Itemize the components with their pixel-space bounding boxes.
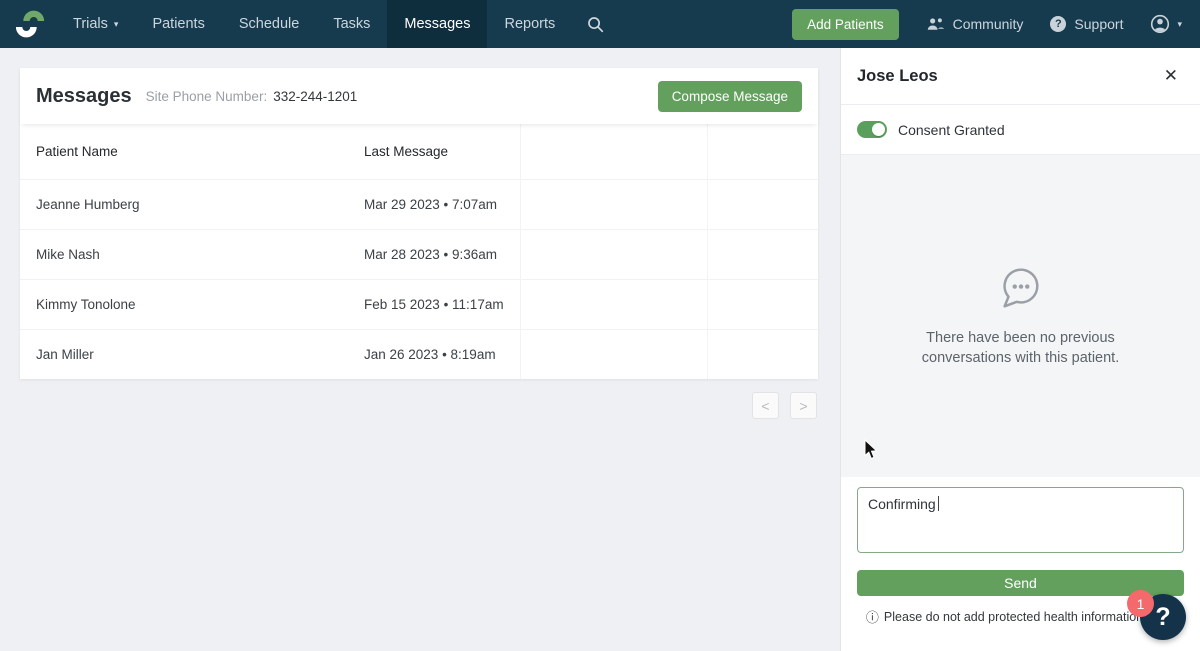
nav-label: Messages [404,16,470,32]
info-icon: ⓘ [866,607,879,626]
app-logo[interactable] [16,10,44,38]
compose-message-button[interactable]: Compose Message [658,81,802,112]
empty-state-text: There have been no previous conversation… [890,328,1152,369]
people-icon [926,17,945,31]
search-button[interactable] [572,0,619,48]
account-menu[interactable]: ▾ [1150,14,1182,34]
message-input-value: Confirming [868,496,936,512]
patient-name-cell: Kimmy Tonolone [20,297,364,312]
main-nav: Trials ▾ Patients Schedule Tasks Message… [56,0,619,48]
nav-item-messages[interactable]: Messages [387,0,487,48]
next-page-button[interactable]: > [790,392,817,419]
messages-table: Patient Name Last Message Jeanne Humberg… [20,124,818,379]
nav-label: Schedule [239,16,299,32]
nav-item-tasks[interactable]: Tasks [316,0,387,48]
patient-name-cell: Jeanne Humberg [20,197,364,212]
close-icon[interactable]: ✕ [1158,64,1184,88]
consent-label: Consent Granted [898,122,1005,138]
pagination: < > [752,392,817,419]
nav-label: Reports [504,16,555,32]
help-button[interactable]: 1 ? [1140,594,1186,640]
message-input[interactable]: Confirming [857,487,1184,553]
patient-name-cell: Jan Miller [20,347,364,362]
nav-item-schedule[interactable]: Schedule [222,0,316,48]
top-navbar: Trials ▾ Patients Schedule Tasks Message… [0,0,1200,48]
nav-item-reports[interactable]: Reports [487,0,572,48]
nav-item-patients[interactable]: Patients [135,0,221,48]
speech-bubble-icon [996,263,1046,320]
conversation-thread: There have been no previous conversation… [841,155,1200,477]
last-message-cell: Mar 28 2023 • 9:36am [364,247,818,262]
column-header-last-message: Last Message [364,144,818,159]
table-row[interactable]: Mike Nash Mar 28 2023 • 9:36am [20,229,818,279]
page-title: Messages [36,85,132,108]
table-row[interactable]: Jan Miller Jan 26 2023 • 8:19am [20,329,818,379]
empty-state: There have been no previous conversation… [890,263,1152,369]
nav-item-trials[interactable]: Trials ▾ [56,0,135,48]
last-message-cell: Mar 29 2023 • 7:07am [364,197,818,212]
messages-card: Messages Site Phone Number: 332-244-1201… [20,68,818,379]
notification-badge: 1 [1127,590,1154,617]
last-message-cell: Jan 26 2023 • 8:19am [364,347,818,362]
community-label: Community [953,16,1024,32]
consent-row: Consent Granted [841,105,1200,155]
table-row[interactable]: Jeanne Humberg Mar 29 2023 • 7:07am [20,179,818,229]
chevron-down-icon: ▾ [114,20,119,29]
question-circle-icon: ? [1050,16,1066,32]
prev-page-button[interactable]: < [752,392,779,419]
last-message-cell: Feb 15 2023 • 11:17am [364,297,818,312]
question-mark-icon: ? [1155,603,1170,632]
patient-name-cell: Mike Nash [20,247,364,262]
logo-icon [16,10,44,38]
conversation-panel-header: Jose Leos ✕ [841,48,1200,105]
support-link[interactable]: ? Support [1050,16,1123,32]
nav-label: Trials [73,16,108,32]
table-header-row: Patient Name Last Message [20,124,818,179]
nav-label: Patients [152,16,204,32]
messages-card-header: Messages Site Phone Number: 332-244-1201… [20,68,818,124]
avatar-icon [1150,14,1170,34]
site-phone-number: 332-244-1201 [273,89,357,104]
patient-name-title: Jose Leos [857,67,938,86]
nav-label: Tasks [333,16,370,32]
search-icon [587,16,604,33]
conversation-panel: Jose Leos ✕ Consent Granted There have b… [840,48,1200,651]
messages-main: Messages Site Phone Number: 332-244-1201… [0,48,840,651]
chevron-down-icon: ▾ [1177,20,1182,29]
site-phone-label: Site Phone Number: [146,89,268,104]
text-cursor [938,496,939,511]
support-label: Support [1074,16,1123,32]
add-patients-button[interactable]: Add Patients [792,9,899,40]
navbar-right-group: Add Patients Community ? Support ▾ [792,9,1182,40]
toggle-knob [872,123,885,136]
table-row[interactable]: Kimmy Tonolone Feb 15 2023 • 11:17am [20,279,818,329]
column-header-patient-name: Patient Name [20,144,364,159]
consent-toggle[interactable] [857,121,887,138]
community-link[interactable]: Community [926,16,1024,32]
